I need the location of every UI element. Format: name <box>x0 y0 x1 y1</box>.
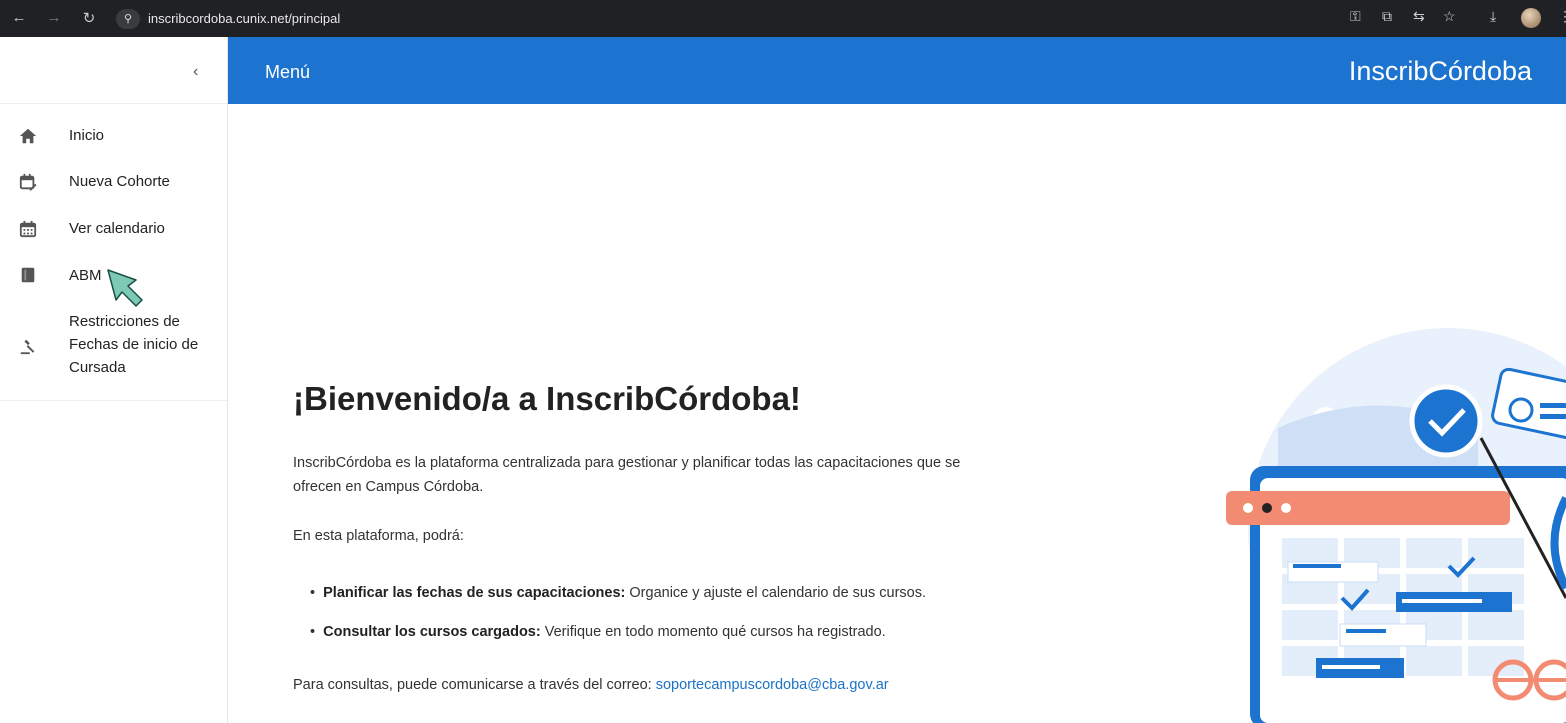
sidebar-item-restricciones[interactable]: Restricciones de Fechas de inicio de Cur… <box>0 310 227 382</box>
sidebar-item-ver-calendario[interactable]: Ver calendario <box>0 216 227 240</box>
chevron-left-icon[interactable]: ‹ <box>193 63 198 81</box>
sidebar-item-label: Ver calendario <box>69 219 165 237</box>
sidebar-item-label: ABM <box>69 266 102 284</box>
sidebar-item-label-line: Restricciones de <box>69 313 180 330</box>
profile-avatar[interactable] <box>1521 8 1541 28</box>
divider <box>0 400 227 401</box>
list-item: • Consultar los cursos cargados: Verifiq… <box>310 624 886 640</box>
sidebar-item-label: Nueva Cohorte <box>69 172 170 190</box>
sidebar: ‹ Inicio Nueva Cohorte Ver calendario AB… <box>0 37 228 723</box>
list-item-title: Consultar los cursos cargados: <box>323 624 541 640</box>
gavel-icon <box>20 339 35 355</box>
contact-paragraph: Para consultas, puede comunicarse a trav… <box>293 677 889 693</box>
divider <box>0 103 227 104</box>
list-item-text: Organice y ajuste el calendario de sus c… <box>625 585 927 601</box>
reload-icon[interactable]: ↻ <box>78 9 100 27</box>
install-app-icon[interactable]: ⧉ <box>1382 8 1392 25</box>
translate-icon[interactable]: ⇆ <box>1413 8 1425 25</box>
sidebar-item-label: Inicio <box>69 126 105 144</box>
app-header: Menú InscribCórdoba <box>228 37 1566 104</box>
list-item-title: Planificar las fechas de sus capacitacio… <box>323 585 626 601</box>
sidebar-item-label-line: Cursada <box>69 359 126 376</box>
contact-email-link[interactable]: soportecampuscordoba@cba.gov.ar <box>656 677 889 693</box>
menu-button[interactable]: Menú <box>265 62 310 83</box>
bookmark-star-icon[interactable]: ☆ <box>1443 8 1456 25</box>
calendar-edit-icon <box>19 173 37 191</box>
site-info-icon[interactable]: ⚲ <box>116 8 140 29</box>
mouse-cursor-icon <box>107 269 143 307</box>
sidebar-item-nueva-cohorte[interactable]: Nueva Cohorte <box>0 169 227 193</box>
forward-icon[interactable]: → <box>43 9 65 26</box>
back-icon[interactable]: ← <box>8 9 30 26</box>
sidebar-item-label-line: Fechas de inicio de <box>69 336 199 353</box>
book-icon <box>21 267 35 283</box>
home-icon <box>19 128 37 144</box>
calendar-illustration <box>1226 328 1566 723</box>
address-bar[interactable]: ⚲ inscribcordoba.cunix.net/principal <box>114 5 1470 32</box>
browser-toolbar: ← → ↻ ⚲ inscribcordoba.cunix.net/princip… <box>0 0 1566 37</box>
calendar-icon <box>19 220 37 238</box>
sidebar-item-inicio[interactable]: Inicio <box>0 123 227 147</box>
lead-paragraph: En esta plataforma, podrá: <box>293 528 464 544</box>
app-brand: InscribCórdoba <box>1348 56 1532 86</box>
contact-text: Para consultas, puede comunicarse a trav… <box>293 677 656 693</box>
url-text: inscribcordoba.cunix.net/principal <box>148 11 341 26</box>
intro-paragraph: InscribCórdoba es la plataforma centrali… <box>293 455 961 495</box>
page-title: ¡Bienvenido/a a InscribCórdoba! <box>293 380 801 417</box>
more-menu-icon[interactable]: ⋮ <box>1558 8 1566 25</box>
list-item-text: Verifique en todo momento qué cursos ha … <box>540 624 886 640</box>
download-icon[interactable]: ⤓ <box>1490 8 1496 25</box>
list-item: • Planificar las fechas de sus capacitac… <box>310 585 927 601</box>
password-key-icon[interactable]: ⚿ <box>1350 8 1361 25</box>
